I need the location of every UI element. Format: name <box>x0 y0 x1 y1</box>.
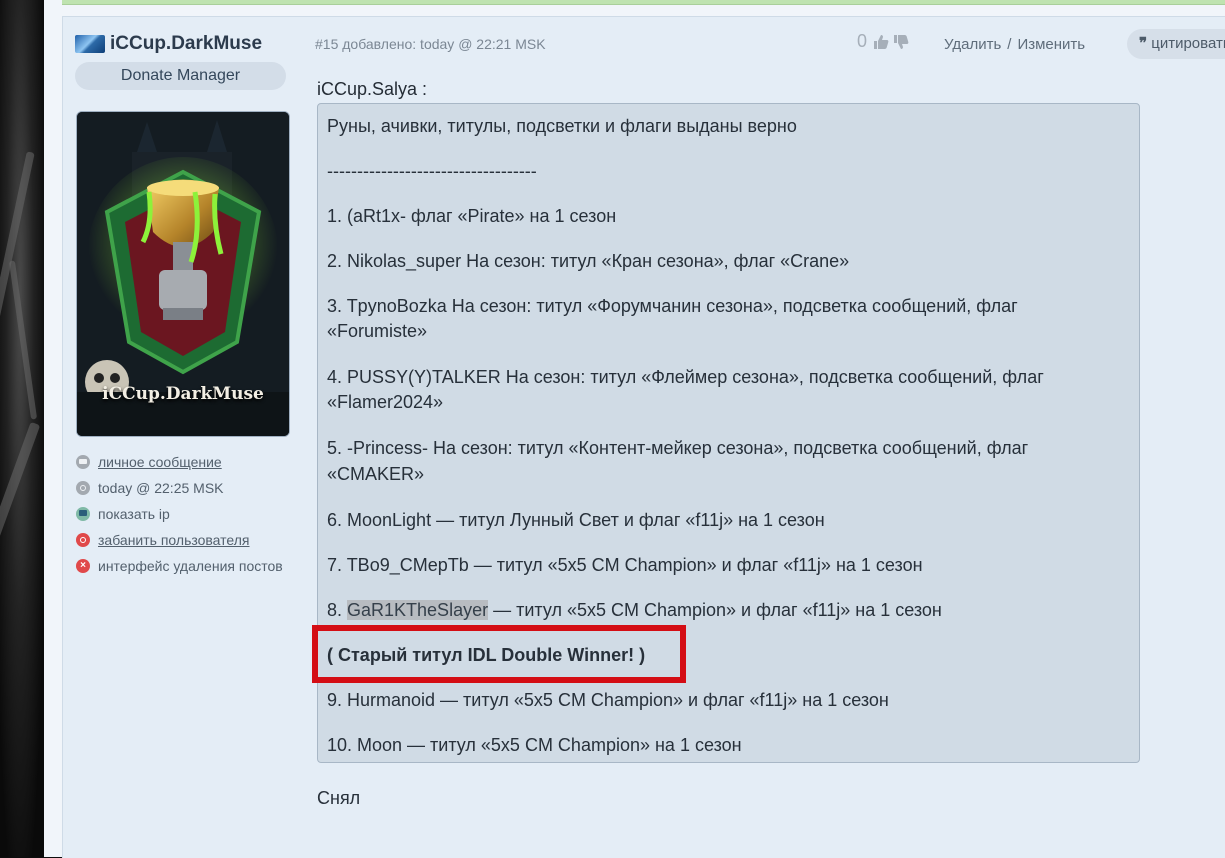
vote-controls: 0 <box>857 31 913 52</box>
post-reply-text: Снял <box>317 788 361 808</box>
author-actions: личное сообщение today @ 22:25 MSK показ… <box>76 449 316 579</box>
delete-icon: × <box>76 559 90 573</box>
quote-line: 4. PUSSY(Y)TALKER На сезон: титул «Флейм… <box>327 367 1044 387</box>
post-meta: #15 добавлено: today @ 22:21 MSK <box>315 36 546 52</box>
background-artwork <box>0 0 44 857</box>
red-highlight-frame <box>312 625 686 683</box>
thumbs-down-icon[interactable] <box>893 34 909 50</box>
previous-post-edge <box>62 0 1225 5</box>
highlighted-nickname: GaR1KTheSlayer <box>347 600 489 620</box>
last-seen-time: today @ 22:25 MSK <box>76 475 316 501</box>
quote-line: 10. Moon — титул «5x5 CM Champion» на 1 … <box>327 735 742 755</box>
thumbs-up-icon[interactable] <box>873 34 889 50</box>
private-message-link[interactable]: личное сообщение <box>76 449 316 475</box>
quote-author: iCCup.Salya : <box>317 79 428 99</box>
show-ip-link[interactable]: показать ip <box>76 501 316 527</box>
quote-line: 7. TBo9_CMepTb — титул «5x5 CM Champion»… <box>327 555 923 575</box>
post-author-panel: iCCup.DarkMuse Donate Manager iCCup.Dark… <box>75 31 305 574</box>
quote-line: 9. Hurmanoid — титул «5x5 CM Champion» и… <box>327 690 889 710</box>
author-name[interactable]: iCCup.DarkMuse <box>110 33 262 55</box>
clock-icon <box>76 481 90 495</box>
quote-divider: ----------------------------------- <box>327 161 537 181</box>
quote-line: «CMAKER» <box>327 464 425 484</box>
edit-post-button[interactable]: Изменить <box>1017 36 1085 53</box>
message-icon <box>76 455 90 469</box>
monitor-icon <box>76 507 90 521</box>
quote-mark-icon: ❞ <box>1139 35 1148 52</box>
quote-line: 8. GaR1KTheSlayer — титул «5x5 CM Champi… <box>327 600 942 620</box>
role-badge: Donate Manager <box>75 62 286 90</box>
quote-line: «Forumiste» <box>327 321 428 341</box>
delete-post-button[interactable]: Удалить <box>944 36 1001 53</box>
quote-line: 2. Nikolas_super На сезон: титул «Кран с… <box>327 251 850 271</box>
quote-line: 3. TpynoBozka На сезон: титул «Форумчани… <box>327 296 1018 316</box>
forum-page: iCCup.DarkMuse Donate Manager iCCup.Dark… <box>44 0 1225 858</box>
vote-count: 0 <box>857 31 868 51</box>
quote-line: Руны, ачивки, титулы, подсветки и флаги … <box>327 116 797 136</box>
quote-line: 1. (aRt1x- флаг «Pirate» на 1 сезон <box>327 206 617 226</box>
forum-post: iCCup.DarkMuse Donate Manager iCCup.Dark… <box>62 16 1225 858</box>
avatar[interactable]: iCCup.DarkMuse <box>76 111 290 437</box>
tools-separator: / <box>1007 36 1012 53</box>
avatar-caption: iCCup.DarkMuse <box>102 384 264 404</box>
quote-line: 5. -Princess- На сезон: титул «Контент-м… <box>327 438 1029 458</box>
post-tools: Удалить / Изменить <box>944 36 1085 53</box>
ban-icon <box>76 533 90 547</box>
ban-user-link[interactable]: забанить пользователя <box>76 527 316 553</box>
quote-line: 6. MoonLight — титул Лунный Свет и флаг … <box>327 510 825 530</box>
quote-line: «Flamer2024» <box>327 392 444 412</box>
quote-button[interactable]: ❞ цитировать <box>1127 29 1225 59</box>
rank-icon <box>75 35 105 53</box>
delete-posts-interface-link[interactable]: × интерфейс удаления постов <box>76 553 316 579</box>
